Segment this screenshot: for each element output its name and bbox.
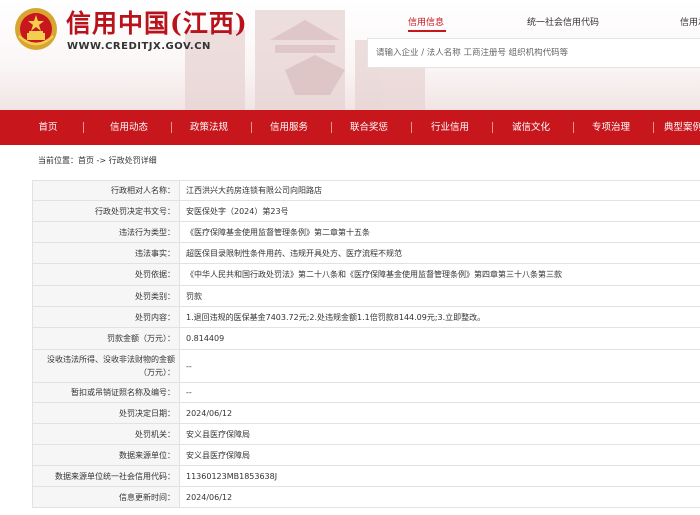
row-value: 2024/06/12: [186, 492, 233, 502]
row-label: 行政处罚决定书文号：: [32, 201, 180, 221]
nav-divider: [171, 122, 172, 133]
detail-row-party-name: 行政相对人名称： 江西洪兴大药房连锁有限公司向阳路店: [32, 181, 700, 201]
row-label: 数据来源单位：: [32, 445, 180, 465]
detail-row-confiscation-amount: 没收违法所得、没收非法财物的金额（万元）： --: [32, 350, 700, 383]
row-value: 0.814409: [186, 334, 225, 343]
row-label: 数据来源单位统一社会信用代码：: [32, 466, 180, 486]
row-value: 11360123MB1853638J: [186, 471, 278, 481]
row-value: 2024/06/12: [186, 408, 233, 418]
nav-item-policies[interactable]: 政策法规: [174, 110, 244, 145]
detail-row-violation-facts: 违法事实： 超医保目录限制性条件用药、违规开具处方、医疗流程不规范: [32, 243, 700, 264]
row-label: 违法行为类型：: [32, 222, 180, 242]
nav-divider: [573, 122, 574, 133]
row-label: 处罚依据：: [32, 264, 180, 285]
site-header: 信用中国(江西) WWW.CREDITJX.GOV.CN 信用信息 统一社会信用…: [0, 0, 700, 110]
detail-row-update-time: 信息更新时间： 2024/06/12: [32, 487, 700, 508]
row-value: 安义县医疗保障局: [186, 429, 250, 439]
top-link-unified-code[interactable]: 统一社会信用代码: [527, 15, 599, 28]
nav-divider: [251, 122, 252, 133]
site-title: 信用中国(江西): [66, 9, 248, 38]
detail-row-fine-amount: 罚款金额（万元）： 0.814409: [32, 328, 700, 350]
row-value: 《中华人民共和国行政处罚法》第二十八条和《医疗保障基金使用监督管理条例》第四章第…: [186, 270, 562, 279]
nav-item-typical-cases[interactable]: 典型案例: [664, 110, 700, 145]
row-label: 没收违法所得、没收非法财物的金额（万元）：: [32, 350, 180, 382]
nav-item-rewards-penalties[interactable]: 联合奖惩: [334, 110, 404, 145]
search-box: [367, 38, 700, 68]
detail-row-decision-date: 处罚决定日期： 2024/06/12: [32, 403, 700, 424]
row-label: 罚款金额（万元）：: [32, 328, 180, 349]
nav-item-home[interactable]: 首页: [20, 110, 76, 145]
top-link-credit-commitment[interactable]: 信用承诺: [680, 15, 700, 28]
row-value: 安义县医疗保障局: [186, 450, 250, 460]
nav-item-credit-news[interactable]: 信用动态: [94, 110, 164, 145]
row-label: 信息更新时间：: [32, 487, 180, 507]
row-label: 暂扣或吊销证照名称及编号：: [32, 383, 180, 402]
row-value: 超医保目录限制性条件用药、违规开具处方、医疗流程不规范: [186, 248, 402, 258]
detail-row-decision-number: 行政处罚决定书文号： 安医保处字（2024）第23号: [32, 201, 700, 222]
nav-item-integrity-culture[interactable]: 诚信文化: [496, 110, 566, 145]
nav-divider: [653, 122, 654, 133]
row-value: 1.退回违规的医保基金7403.72元;2.处违规金额1.1倍罚款8144.09…: [186, 312, 486, 322]
active-link-underline: [408, 30, 446, 32]
row-label: 处罚内容：: [32, 307, 180, 327]
nav-divider: [83, 122, 84, 133]
penalty-detail-table: 行政相对人名称： 江西洪兴大药房连锁有限公司向阳路店 行政处罚决定书文号： 安医…: [32, 180, 700, 508]
row-label: 处罚决定日期：: [32, 403, 180, 423]
detail-row-data-source: 数据来源单位： 安义县医疗保障局: [32, 445, 700, 466]
row-label: 处罚类别：: [32, 286, 180, 306]
site-url: WWW.CREDITJX.GOV.CN: [67, 41, 211, 52]
nav-item-industry-credit[interactable]: 行业信用: [414, 110, 486, 145]
row-value: 江西洪兴大药房连锁有限公司向阳路店: [186, 186, 322, 195]
national-emblem-icon: [15, 8, 57, 50]
nav-item-credit-services[interactable]: 信用服务: [254, 110, 324, 145]
detail-row-penalty-content: 处罚内容： 1.退回违规的医保基金7403.72元;2.处违规金额1.1倍罚款8…: [32, 307, 700, 328]
row-label: 行政相对人名称：: [32, 181, 180, 200]
detail-row-violation-type: 违法行为类型： 《医疗保障基金使用监督管理条例》第二章第十五条: [32, 222, 700, 243]
detail-row-license-revocation: 暂扣或吊销证照名称及编号： --: [32, 383, 700, 403]
row-value: 《医疗保障基金使用监督管理条例》第二章第十五条: [186, 227, 370, 237]
row-value: --: [186, 361, 192, 371]
nav-item-special-governance[interactable]: 专项治理: [576, 110, 646, 145]
nav-divider: [411, 122, 412, 133]
row-label: 处罚机关：: [32, 424, 180, 444]
detail-row-source-credit-code: 数据来源单位统一社会信用代码： 11360123MB1853638J: [32, 466, 700, 487]
nav-divider: [331, 122, 332, 133]
row-value: --: [186, 388, 192, 397]
row-value: 罚款: [186, 291, 202, 301]
row-value: 安医保处字（2024）第23号: [186, 206, 289, 216]
detail-row-penalty-basis: 处罚依据： 《中华人民共和国行政处罚法》第二十八条和《医疗保障基金使用监督管理条…: [32, 264, 700, 286]
breadcrumb: 当前位置：首页 -> 行政处罚详细: [38, 156, 157, 165]
top-link-credit-info[interactable]: 信用信息: [408, 15, 444, 28]
row-label: 违法事实：: [32, 243, 180, 263]
detail-row-penalty-category: 处罚类别： 罚款: [32, 286, 700, 307]
nav-divider: [492, 122, 493, 133]
detail-row-penalty-authority: 处罚机关： 安义县医疗保障局: [32, 424, 700, 445]
search-input[interactable]: [376, 48, 696, 58]
main-nav: 首页 信用动态 政策法规 信用服务 联合奖惩 行业信用 诚信文化 专项治理 典型…: [0, 110, 700, 145]
